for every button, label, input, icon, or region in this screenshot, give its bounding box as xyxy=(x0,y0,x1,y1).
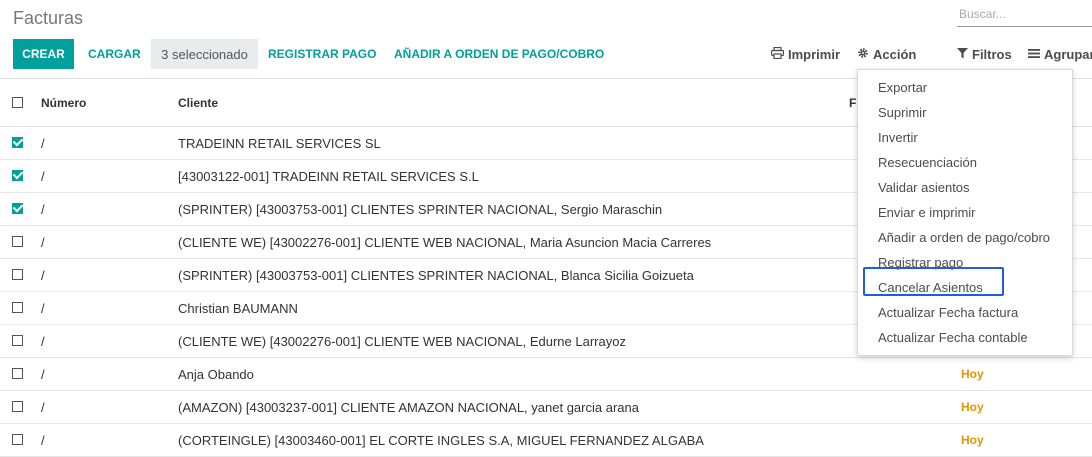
search-input[interactable] xyxy=(957,5,1091,23)
action-menu-item-enviar-e-imprimir[interactable]: Enviar e imprimir xyxy=(878,201,976,223)
checkbox-box[interactable] xyxy=(12,434,23,445)
checkbox-box[interactable] xyxy=(12,302,23,313)
row-date: Hoy xyxy=(961,400,984,414)
row-client: [43003122-001] TRADEINN RETAIL SERVICES … xyxy=(178,168,479,184)
page-title: Facturas xyxy=(13,8,84,28)
action-menu-item-actualizar-fecha-contable[interactable]: Actualizar Fecha contable xyxy=(878,326,1028,348)
row-number: / xyxy=(41,234,45,250)
row-checkbox[interactable] xyxy=(12,368,23,379)
search-box[interactable] xyxy=(957,5,1092,27)
gear-icon xyxy=(857,47,869,62)
row-checkbox[interactable] xyxy=(12,170,23,181)
checkbox-box[interactable] xyxy=(12,170,23,181)
row-number: / xyxy=(41,168,45,184)
checkbox-box[interactable] xyxy=(12,368,23,379)
column-header-client[interactable]: Cliente xyxy=(178,79,218,126)
register-payment-button[interactable]: REGISTRAR PAGO xyxy=(268,39,376,69)
checkbox-box[interactable] xyxy=(12,203,23,214)
row-client: (CLIENTE WE) [43002276-001] CLIENTE WEB … xyxy=(178,234,712,250)
print-label: Imprimir xyxy=(788,46,841,62)
checkbox-box[interactable] xyxy=(12,137,23,148)
checkbox-box[interactable] xyxy=(12,269,23,280)
checkbox-box[interactable] xyxy=(12,335,23,346)
filters-button[interactable]: Filtros xyxy=(957,39,1012,69)
row-checkbox[interactable] xyxy=(12,137,23,148)
row-client: TRADEINN RETAIL SERVICES SL xyxy=(178,135,381,151)
row-number: / xyxy=(41,267,45,283)
select-all-checkbox[interactable] xyxy=(12,97,23,108)
selected-count-badge: 3 seleccionado xyxy=(151,39,258,69)
print-button[interactable]: Imprimir xyxy=(771,39,840,69)
checkbox-box[interactable] xyxy=(12,236,23,247)
row-checkbox[interactable] xyxy=(12,401,23,412)
row-checkbox[interactable] xyxy=(12,335,23,346)
create-button[interactable]: CREAR xyxy=(13,39,74,69)
row-number: / xyxy=(41,333,45,349)
highlight-box xyxy=(863,267,1004,296)
row-number: / xyxy=(41,399,45,415)
row-number: / xyxy=(41,366,45,382)
action-menu-item-resecuenciacion[interactable]: Resecuenciación xyxy=(878,151,977,173)
row-client: (CORTEINGLE) [43003460-001] EL CORTE ING… xyxy=(178,432,704,448)
row-checkbox[interactable] xyxy=(12,236,23,247)
row-number: / xyxy=(41,201,45,217)
filters-label: Filtros xyxy=(972,46,1012,62)
checkbox-box[interactable] xyxy=(12,401,23,412)
row-date: Hoy xyxy=(961,433,984,447)
action-menu-item-actualizar-fecha-factura[interactable]: Actualizar Fecha factura xyxy=(878,301,1018,323)
group-by-label: Agrupar xyxy=(1044,46,1092,62)
table-row[interactable]: / (CORTEINGLE) [43003460-001] EL CORTE IN… xyxy=(0,424,1092,457)
checkbox-box[interactable] xyxy=(12,97,23,108)
action-dropdown-menu: Exportar Suprimir Invertir Resecuenciación V… xyxy=(857,69,1073,356)
action-label: Acción xyxy=(873,46,917,62)
row-checkbox[interactable] xyxy=(12,269,23,280)
table-row[interactable]: / (AMAZON) [43003237-001] CLIENTE AMAZON … xyxy=(0,391,1092,424)
add-payment-order-button[interactable]: AÑADIR A ORDEN DE PAGO/COBRO xyxy=(394,39,604,69)
row-client: (SPRINTER) [43003753-001] CLIENTES SPRIN… xyxy=(178,267,694,283)
action-menu-item-validar-asientos[interactable]: Validar asientos xyxy=(878,176,970,198)
row-number: / xyxy=(41,432,45,448)
menu-lines-icon xyxy=(1028,47,1040,62)
row-client: Anja Obando xyxy=(178,366,254,382)
action-menu-item-suprimir[interactable]: Suprimir xyxy=(878,101,926,123)
action-menu-item-exportar[interactable]: Exportar xyxy=(878,76,927,98)
row-checkbox[interactable] xyxy=(12,203,23,214)
column-header-number[interactable]: Número xyxy=(41,79,86,126)
upload-button[interactable]: CARGAR xyxy=(88,39,141,69)
filter-icon xyxy=(957,47,968,62)
action-menu-item-invertir[interactable]: Invertir xyxy=(878,126,918,148)
row-client: Christian BAUMANN xyxy=(178,300,298,316)
table-row[interactable]: / Anja Obando Hoy xyxy=(0,358,1092,391)
action-button[interactable]: Acción xyxy=(857,39,916,69)
print-icon xyxy=(771,46,785,62)
row-client: (AMAZON) [43003237-001] CLIENTE AMAZON N… xyxy=(178,399,639,415)
row-client: (CLIENTE WE) [43002276-001] CLIENTE WEB … xyxy=(178,333,626,349)
action-menu-item-anadir-a-orden-de-pago-cobro[interactable]: Añadir a orden de pago/cobro xyxy=(878,226,1050,248)
row-checkbox[interactable] xyxy=(12,302,23,313)
row-number: / xyxy=(41,300,45,316)
group-by-button[interactable]: Agrupar xyxy=(1028,39,1092,69)
row-checkbox[interactable] xyxy=(12,434,23,445)
row-client: (SPRINTER) [43003753-001] CLIENTES SPRIN… xyxy=(178,201,663,217)
column-header-date[interactable]: F xyxy=(849,79,856,126)
row-number: / xyxy=(41,135,45,151)
row-date: Hoy xyxy=(961,367,984,381)
